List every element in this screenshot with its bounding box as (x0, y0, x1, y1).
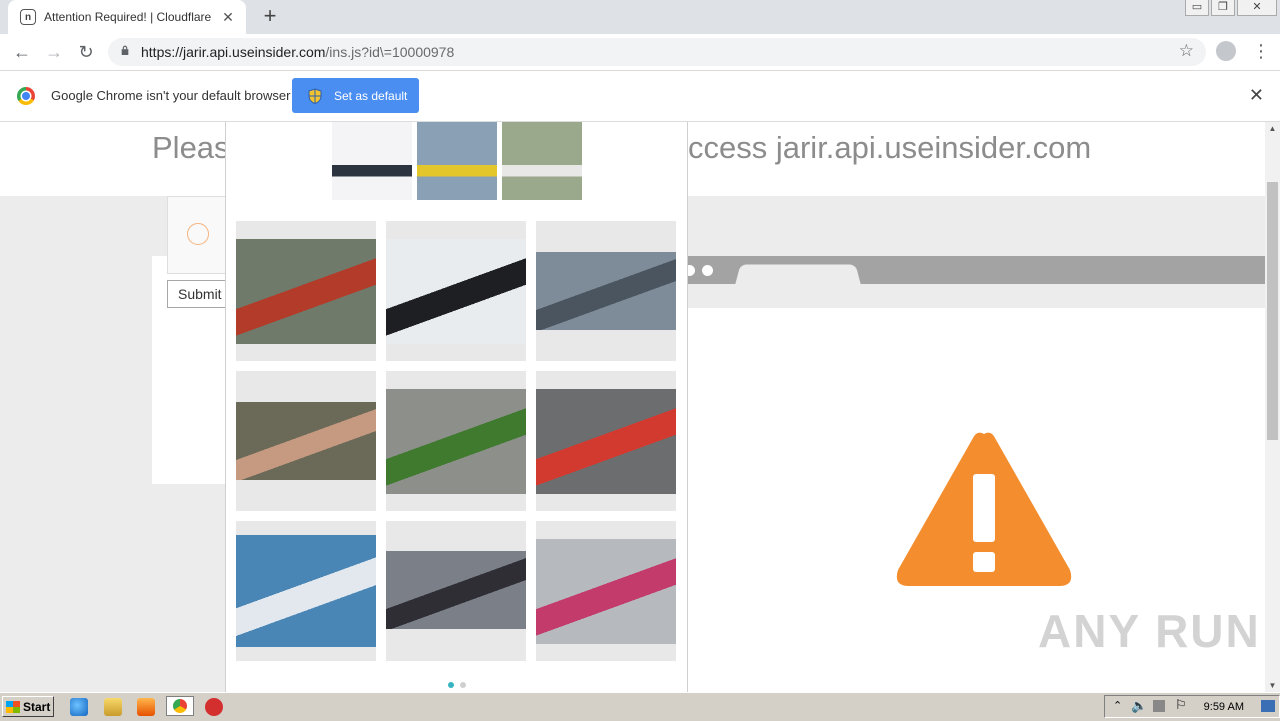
tab-close-icon[interactable]: ✕ (220, 9, 236, 26)
challenge-tile[interactable] (236, 221, 376, 361)
new-tab-button[interactable]: + (258, 4, 282, 28)
scrollbar-thumb[interactable] (1267, 182, 1278, 440)
infobar-message: Google Chrome isn't your default browser (51, 88, 291, 103)
lock-icon (121, 45, 129, 55)
dragon-boat-tile (236, 239, 376, 344)
media-player-icon[interactable] (137, 698, 155, 716)
fighter-jet-sample (332, 122, 412, 200)
minimize-button[interactable]: ▭ (1185, 0, 1209, 16)
challenge-tile[interactable] (386, 221, 526, 361)
image-challenge-popup (225, 122, 688, 692)
browser-toolbar: ← → ↻ https://jarir.api.useinsider.com/i… (0, 34, 1280, 71)
back-arrow-icon[interactable]: ← (10, 40, 34, 64)
explorer-icon[interactable] (104, 698, 122, 716)
street-tram-tile (386, 551, 526, 629)
illustration-toolbar (686, 284, 1265, 308)
cloudflare-favicon-icon: n (20, 9, 36, 25)
carrier-jet-tile (536, 252, 676, 330)
anyrun-watermark: ANY RUN (1038, 605, 1261, 657)
show-desktop-icon[interactable] (1261, 700, 1275, 712)
uac-shield-icon (308, 87, 322, 104)
page-indicator-active[interactable] (448, 682, 454, 688)
scroll-down-arrow-icon[interactable]: ▼ (1265, 681, 1280, 690)
start-button[interactable]: Start (2, 696, 54, 717)
forward-arrow-icon[interactable]: → (42, 40, 66, 64)
ie-icon[interactable] (70, 698, 88, 716)
yellow-airliner-sample (417, 122, 497, 200)
taskbar-clock: 9:59 AM (1203, 701, 1244, 713)
url-path: /ins.js?id\=10000978 (325, 44, 455, 60)
infobar-close-icon[interactable]: ✕ (1249, 85, 1264, 106)
challenge-tile[interactable] (536, 221, 676, 361)
window-close-button[interactable]: ✕ (1237, 0, 1277, 16)
challenge-tile[interactable] (536, 521, 676, 661)
system-tray: ⌃ 🔈 ⚐ (1104, 695, 1280, 718)
tab-strip: n Attention Required! | Cloudflare ✕ + ▭… (0, 0, 1280, 34)
white-airliner-sample (502, 122, 582, 200)
challenge-tile[interactable] (536, 371, 676, 511)
challenge-tile[interactable] (386, 371, 526, 511)
kebab-menu-icon[interactable]: ⋮ (1252, 40, 1270, 62)
window-controls: ▭ ❐ ✕ (1183, 0, 1280, 16)
challenge-tile[interactable] (236, 521, 376, 661)
set-as-default-button[interactable]: Set as default (292, 78, 419, 113)
bus-tile (386, 389, 526, 494)
chrome-icon (173, 699, 187, 713)
windows-flag-icon (6, 700, 20, 713)
network-icon[interactable] (1153, 700, 1165, 712)
reload-icon[interactable]: ↻ (74, 40, 98, 64)
antivirus-icon[interactable] (205, 698, 223, 716)
profile-avatar-icon[interactable] (1216, 41, 1236, 61)
action-center-flag-icon[interactable]: ⚐ (1175, 697, 1187, 713)
warning-triangle-icon (896, 432, 1072, 586)
illustration-dot (702, 265, 713, 276)
challenge-tile[interactable] (236, 371, 376, 511)
volume-icon[interactable]: 🔈 (1131, 698, 1147, 714)
tab-title: Attention Required! | Cloudflare (44, 10, 212, 24)
tray-expand-icon[interactable]: ⌃ (1113, 699, 1122, 712)
restore-button[interactable]: ❐ (1211, 0, 1235, 16)
url-host: https://jarir.api.useinsider.com (141, 44, 326, 60)
illustration-titlebar (684, 256, 1265, 285)
set-as-default-label: Set as default (334, 88, 408, 103)
tab-cloudflare[interactable]: n Attention Required! | Cloudflare ✕ (8, 0, 246, 34)
recaptcha-spinner-icon (187, 223, 209, 245)
page-scrollbar[interactable]: ▲ ▼ (1265, 122, 1280, 692)
scroll-up-arrow-icon[interactable]: ▲ (1265, 124, 1280, 133)
challenge-tile[interactable] (386, 521, 526, 661)
chrome-logo-icon (17, 87, 35, 105)
soldier-tile (236, 402, 376, 480)
motorcycle-tail-tile (386, 239, 526, 344)
windows-taskbar: Start ⌃ 🔈 ⚐ 9:59 AM (0, 692, 1280, 721)
url-text: https://jarir.api.useinsider.com/ins.js?… (141, 44, 454, 60)
default-browser-infobar: Google Chrome isn't your default browser… (0, 71, 1280, 122)
chrome-taskbar-button[interactable] (166, 696, 194, 716)
bookmark-star-icon[interactable]: ☆ (1179, 41, 1194, 61)
page-heading-right: ccess jarir.api.useinsider.com (688, 130, 1092, 165)
red-plane-tile (536, 389, 676, 494)
page-heading-left: Pleas (152, 130, 230, 165)
commuter-train-tile (536, 539, 676, 644)
page-indicator[interactable] (460, 682, 466, 688)
start-label: Start (23, 699, 51, 714)
blue-jet-tile (236, 535, 376, 647)
address-bar[interactable]: https://jarir.api.useinsider.com/ins.js?… (108, 38, 1206, 66)
illustration-tab (735, 264, 861, 285)
